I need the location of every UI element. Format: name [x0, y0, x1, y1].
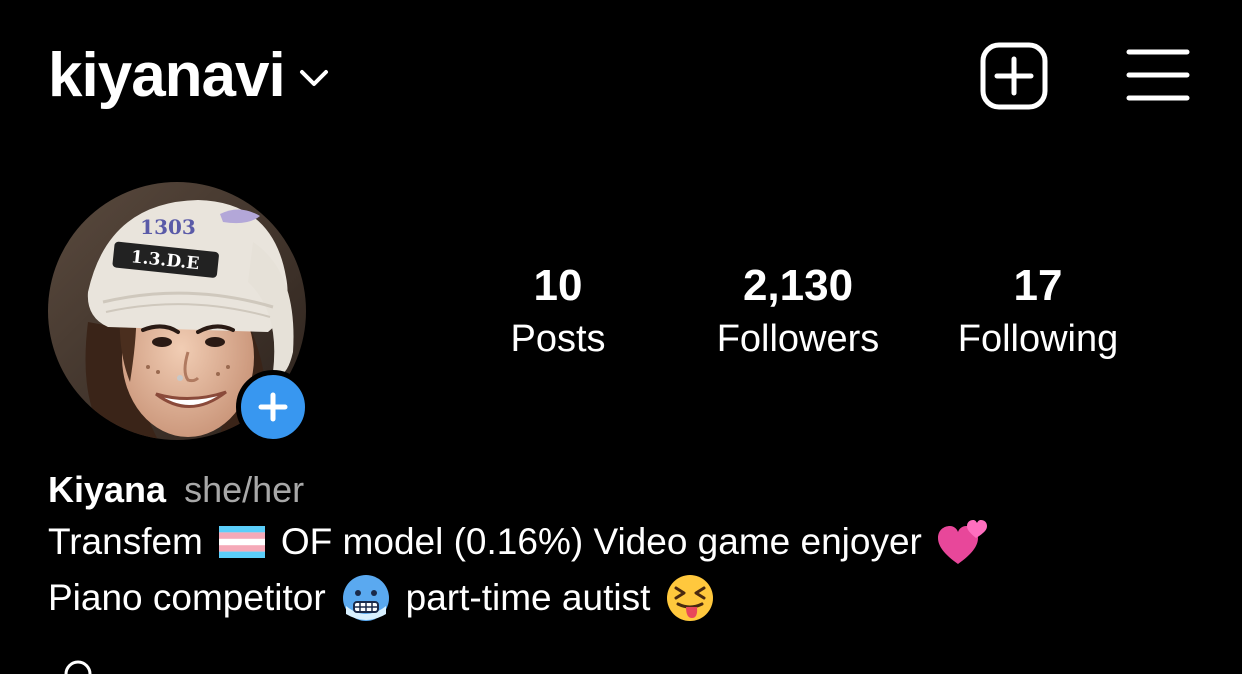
chevron-down-icon [299, 70, 328, 86]
plus-icon [258, 392, 288, 422]
followers-count: 2,130 [742, 261, 854, 310]
add-story-button[interactable] [236, 370, 310, 444]
username: kiyanavi [48, 41, 286, 110]
squinting-tongue-face-icon [667, 575, 714, 621]
followers-label: Followers [716, 318, 880, 360]
pronouns: she/her [184, 469, 305, 510]
bio-line-2: Piano competitor part-time autist [48, 570, 1208, 626]
bio-line-1: Transfem OF model (0.16%) Video game enj… [48, 514, 1208, 570]
profile-bio: Kiyana she/her Transfem OF model (0.16%)… [48, 466, 1208, 626]
bio-text: part-time autist [405, 577, 651, 618]
display-name: Kiyana [48, 469, 167, 510]
hamburger-menu-icon[interactable] [1126, 48, 1190, 102]
hat-top-text: 1303 [140, 215, 196, 239]
name-line: Kiyana she/her [48, 466, 1208, 514]
followers-stat[interactable]: 2,130 Followers [688, 258, 908, 364]
posts-stat[interactable]: 10 Posts [448, 258, 668, 364]
bio-text: Piano competitor [48, 577, 326, 618]
following-label: Following [957, 318, 1119, 360]
profile-header: kiyanavi [0, 0, 1242, 150]
bio-text: Transfem [48, 521, 203, 562]
following-stat[interactable]: 17 Following [928, 258, 1148, 364]
cold-face-icon [342, 575, 389, 621]
two-hearts-icon [937, 520, 987, 564]
posts-count: 10 [533, 261, 583, 310]
link-icon [64, 660, 92, 674]
transgender-flag-icon [218, 526, 265, 558]
following-count: 17 [1013, 261, 1063, 310]
bio-text: OF model (0.16%) Video game enjoyer [280, 521, 922, 562]
profile-stats: 10 Posts 2,130 Followers 17 Following [0, 258, 1242, 368]
posts-label: Posts [510, 318, 606, 360]
add-post-icon[interactable] [980, 42, 1048, 110]
account-switcher[interactable]: kiyanavi [48, 36, 329, 116]
